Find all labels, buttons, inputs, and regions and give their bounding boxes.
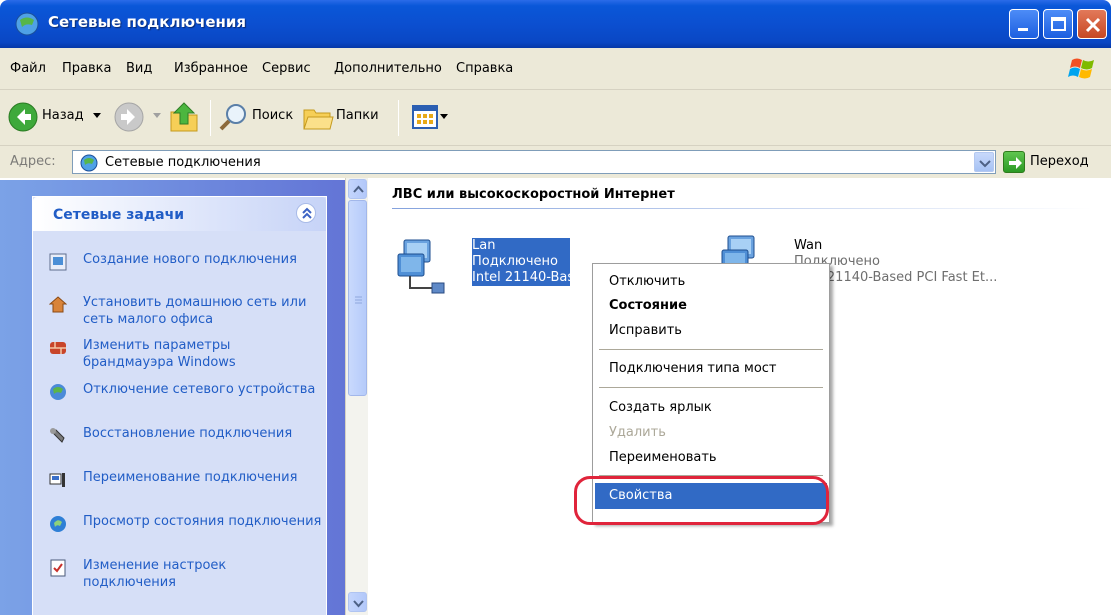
views-icon[interactable] bbox=[412, 104, 438, 130]
task-label[interactable]: Изменить параметры брандмауэра Windows bbox=[83, 337, 323, 371]
title-bar: Сетевые подключения bbox=[0, 0, 1111, 48]
address-bar: Адрес: Сетевые подключения Переход bbox=[0, 146, 1111, 178]
network-connections-icon bbox=[80, 154, 98, 172]
double-chevron-up-icon bbox=[302, 207, 312, 219]
views-dropdown-icon[interactable] bbox=[440, 114, 448, 120]
menu-item-repair[interactable]: Исправить bbox=[609, 323, 682, 338]
address-dropdown-button[interactable] bbox=[974, 152, 994, 172]
menu-item-create-shortcut[interactable]: Создать ярлык bbox=[609, 400, 712, 415]
network-tasks-title: Сетевые задачи bbox=[53, 207, 185, 223]
scroll-down-button[interactable] bbox=[348, 592, 367, 612]
task-label[interactable]: Установить домашнюю сеть или сеть малого… bbox=[83, 294, 323, 328]
chevron-down-icon bbox=[979, 160, 991, 168]
menu-item-status[interactable]: Состояние bbox=[609, 298, 687, 313]
back-arrow-icon[interactable] bbox=[8, 102, 38, 132]
connection-device: Intel 21140-Bas bbox=[472, 270, 570, 286]
minimize-button[interactable] bbox=[1009, 9, 1039, 39]
search-button-label[interactable]: Поиск bbox=[252, 108, 293, 123]
minimize-icon bbox=[1018, 28, 1028, 31]
disable-device-icon bbox=[50, 384, 66, 400]
collapse-button[interactable] bbox=[296, 203, 316, 223]
new-connection-icon bbox=[49, 253, 67, 271]
wan-connection-label[interactable]: Wan Подключено Intel 21140-Based PCI Fas… bbox=[794, 238, 1084, 286]
task-label[interactable]: Восстановление подключения bbox=[83, 425, 323, 442]
highlight-annotation bbox=[574, 476, 829, 525]
task-label[interactable]: Переименование подключения bbox=[83, 469, 323, 486]
close-button[interactable] bbox=[1077, 9, 1107, 39]
task-label[interactable]: Просмотр состояния подключения bbox=[83, 513, 323, 530]
menu-tools[interactable]: Сервис bbox=[262, 61, 311, 76]
menu-edit[interactable]: Правка bbox=[62, 61, 111, 76]
menu-item-delete: Удалить bbox=[609, 425, 666, 440]
menu-file[interactable]: Файл bbox=[10, 61, 46, 76]
address-label: Адрес: bbox=[10, 154, 56, 169]
network-tasks-header[interactable]: Сетевые задачи bbox=[33, 197, 326, 231]
task-label[interactable]: Создание нового подключения bbox=[83, 251, 323, 268]
go-button[interactable] bbox=[1003, 151, 1025, 173]
chevron-up-icon bbox=[353, 185, 364, 193]
network-connections-icon bbox=[15, 12, 39, 36]
close-icon bbox=[1085, 17, 1101, 33]
task-pane: Сетевые задачи Создание нового подключен… bbox=[0, 180, 345, 615]
toolbar-separator bbox=[398, 100, 399, 136]
go-arrow-icon bbox=[1009, 157, 1022, 169]
scroll-up-button[interactable] bbox=[348, 179, 367, 199]
maximize-button[interactable] bbox=[1043, 9, 1073, 39]
connection-name: Wan bbox=[794, 238, 823, 253]
menu-item-rename[interactable]: Переименовать bbox=[609, 450, 717, 465]
menu-view[interactable]: Вид bbox=[126, 61, 152, 76]
vertical-scrollbar[interactable] bbox=[345, 178, 368, 615]
menu-favorites[interactable]: Избранное bbox=[174, 61, 248, 76]
connection-device: Intel 21140-Based PCI Fast Et... bbox=[794, 270, 998, 285]
forward-dropdown-icon[interactable] bbox=[152, 112, 162, 120]
status-icon bbox=[50, 516, 66, 532]
firewall-icon bbox=[50, 342, 66, 354]
group-divider bbox=[392, 208, 1092, 209]
menu-item-bridge[interactable]: Подключения типа мост bbox=[609, 361, 777, 376]
task-label[interactable]: Изменение настроек подключения bbox=[83, 557, 323, 591]
connection-status: Подключено bbox=[794, 254, 880, 269]
go-button-label[interactable]: Переход bbox=[1030, 154, 1089, 169]
group-title: ЛВС или высокоскоростной Интернет bbox=[392, 187, 675, 202]
address-input[interactable]: Сетевые подключения bbox=[72, 150, 996, 174]
scroll-thumb[interactable] bbox=[348, 200, 367, 396]
repair-icon bbox=[50, 428, 65, 443]
folders-button-label[interactable]: Папки bbox=[336, 108, 379, 123]
back-dropdown-icon[interactable] bbox=[92, 112, 102, 120]
forward-arrow-icon[interactable] bbox=[114, 102, 144, 132]
menu-help[interactable]: Справка bbox=[456, 61, 513, 76]
folder-up-icon[interactable] bbox=[168, 100, 200, 134]
connection-name: Lan bbox=[472, 238, 570, 254]
settings-icon bbox=[50, 559, 66, 577]
menu-advanced[interactable]: Дополнительно bbox=[334, 61, 442, 76]
menu-separator bbox=[599, 349, 823, 350]
back-button-label[interactable]: Назад bbox=[42, 108, 84, 123]
address-value: Сетевые подключения bbox=[105, 155, 261, 170]
rename-icon bbox=[49, 473, 65, 487]
chevron-down-icon bbox=[353, 600, 364, 608]
task-label[interactable]: Отключение сетевого устройства bbox=[83, 381, 323, 398]
maximize-icon bbox=[1051, 17, 1066, 31]
lan-connection-icon[interactable] bbox=[394, 236, 456, 298]
toolbar-separator bbox=[210, 100, 211, 136]
windows-logo-icon bbox=[1068, 58, 1094, 79]
search-icon[interactable] bbox=[218, 102, 248, 132]
menu-separator bbox=[599, 387, 823, 388]
home-network-icon bbox=[49, 296, 67, 313]
lan-connection-label[interactable]: Lan Подключено Intel 21140-Bas bbox=[472, 238, 570, 286]
toolbar: Назад Поиск Папки bbox=[0, 90, 1111, 146]
menu-bar: Файл Правка Вид Избранное Сервис Дополни… bbox=[0, 48, 1111, 90]
menu-item-disconnect[interactable]: Отключить bbox=[609, 274, 685, 289]
grip-icon bbox=[355, 296, 362, 304]
window-title: Сетевые подключения bbox=[48, 13, 247, 31]
network-tasks-panel: Сетевые задачи Создание нового подключен… bbox=[32, 196, 327, 615]
folders-icon[interactable] bbox=[302, 102, 334, 132]
connection-status: Подключено bbox=[472, 254, 570, 270]
